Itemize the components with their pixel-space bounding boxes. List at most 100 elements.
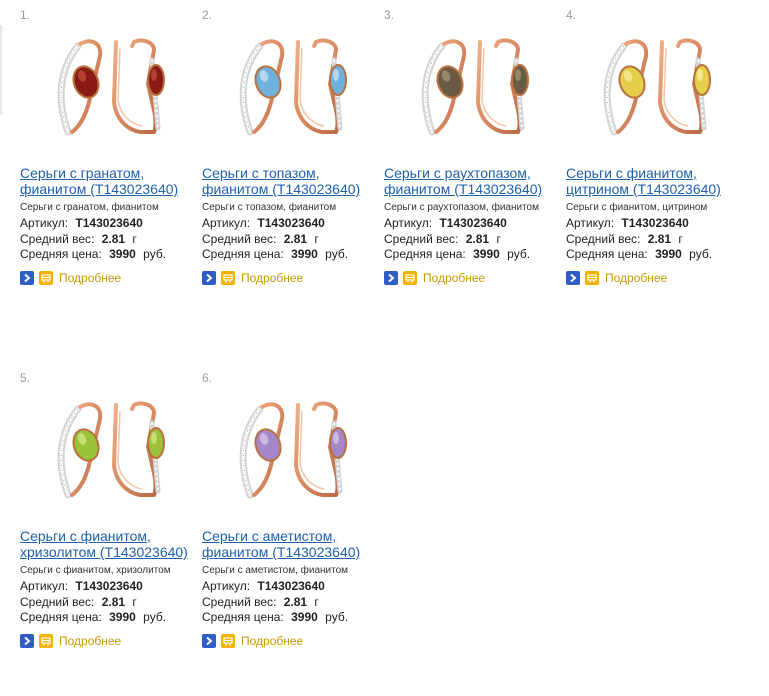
product-image[interactable] (30, 391, 180, 513)
weight-unit: г (314, 595, 319, 609)
details-arrow-button[interactable] (20, 634, 34, 648)
add-to-cart-button[interactable] (221, 271, 235, 285)
weight-value: 2.81 (465, 232, 490, 246)
product-title-line: Серьги с аметистом, (202, 528, 337, 544)
price-row: Средняя цена: 3990 руб. (20, 247, 166, 261)
add-to-cart-button[interactable] (403, 271, 417, 285)
price-label: Средняя цена: (20, 247, 102, 261)
price-label: Средняя цена: (202, 247, 284, 261)
more-details-link[interactable]: Подробнее (241, 634, 303, 648)
price-label: Средняя цена: (20, 610, 102, 624)
price-row: Средняя цена: 3990 руб. (20, 610, 166, 624)
price-unit: руб. (689, 247, 713, 261)
details-arrow-button[interactable] (20, 271, 34, 285)
weight-value: 2.81 (283, 595, 308, 609)
product-title-line: фианитом (Т143023640) (20, 181, 179, 197)
price-row: Средняя цена: 3990 руб. (202, 247, 348, 261)
more-details-link[interactable]: Подробнее (59, 634, 121, 648)
weight-row: Средний вес: 2.81 г (384, 232, 501, 246)
product-subtitle: Серьги с фианитом, цитрином (566, 202, 708, 213)
product-number: 2. (202, 8, 213, 22)
add-to-cart-button[interactable] (221, 634, 235, 648)
product-actions: Подробнее (202, 270, 303, 286)
product-title-line: Серьги с фианитом, (20, 528, 151, 544)
product-title-link[interactable]: Серьги с топазом, фианитом (Т143023640) (202, 165, 387, 197)
product-title-line: фианитом (Т143023640) (202, 544, 361, 560)
weight-row: Средний вес: 2.81 г (566, 232, 683, 246)
more-details-link[interactable]: Подробнее (605, 271, 667, 285)
product-title-line: Серьги с фианитом, (566, 165, 697, 181)
product-actions: Подробнее (384, 270, 485, 286)
add-to-cart-button[interactable] (585, 271, 599, 285)
product-title-line: цитрином (Т143023640) (566, 181, 721, 197)
price-unit: руб. (143, 610, 167, 624)
cart-icon (41, 274, 51, 283)
product-number: 5. (20, 371, 31, 385)
product-image[interactable] (30, 28, 180, 150)
product-image[interactable] (576, 28, 726, 150)
more-details-link[interactable]: Подробнее (423, 271, 485, 285)
product-image[interactable] (394, 28, 544, 150)
add-to-cart-button[interactable] (39, 271, 53, 285)
price-row: Средняя цена: 3990 руб. (566, 247, 712, 261)
article-label: Артикул: (384, 216, 433, 230)
product-number: 1. (20, 8, 31, 22)
article-row: Артикул: Т143023640 (566, 216, 689, 230)
weight-unit: г (132, 232, 137, 246)
product-subtitle: Серьги с топазом, фианитом (202, 202, 337, 213)
earring-image (57, 401, 165, 499)
earring-image (421, 38, 529, 136)
weight-label: Средний вес: (202, 595, 277, 609)
product-card-3: 3. Серьги с раухтопазом, фианитом (Т1430… (384, 8, 566, 308)
weight-row: Средний вес: 2.81 г (202, 595, 319, 609)
cart-icon (223, 274, 233, 283)
scroll-shadow (0, 25, 3, 115)
product-title-link[interactable]: Серьги с аметистом, фианитом (Т143023640… (202, 528, 387, 560)
add-to-cart-button[interactable] (39, 634, 53, 648)
chevron-right-icon (206, 273, 213, 283)
weight-unit: г (132, 595, 137, 609)
chevron-right-icon (24, 273, 31, 283)
article-label: Артикул: (20, 216, 69, 230)
product-card-5: 5. Серьги с фианитом, хризолитом (Т14302… (20, 371, 202, 671)
article-label: Артикул: (20, 579, 69, 593)
cart-icon (405, 274, 415, 283)
price-row: Средняя цена: 3990 руб. (384, 247, 530, 261)
article-row: Артикул: Т143023640 (20, 216, 143, 230)
price-value: 3990 (291, 247, 318, 261)
article-row: Артикул: Т143023640 (384, 216, 507, 230)
more-details-link[interactable]: Подробнее (59, 271, 121, 285)
price-value: 3990 (109, 247, 136, 261)
article-value: Т143023640 (257, 216, 325, 230)
article-value: Т143023640 (75, 216, 143, 230)
details-arrow-button[interactable] (202, 634, 216, 648)
cart-icon (223, 637, 233, 646)
article-row: Артикул: Т143023640 (202, 216, 325, 230)
price-unit: руб. (507, 247, 531, 261)
price-unit: руб. (325, 610, 349, 624)
price-value: 3990 (655, 247, 682, 261)
details-arrow-button[interactable] (566, 271, 580, 285)
product-title-link[interactable]: Серьги с раухтопазом, фианитом (Т1430236… (384, 165, 569, 197)
product-number: 4. (566, 8, 577, 22)
cart-icon (41, 637, 51, 646)
product-title-line: хризолитом (Т143023640) (20, 544, 188, 560)
article-label: Артикул: (202, 216, 251, 230)
weight-label: Средний вес: (384, 232, 459, 246)
chevron-right-icon (388, 273, 395, 283)
product-image[interactable] (212, 391, 362, 513)
chevron-right-icon (570, 273, 577, 283)
product-image[interactable] (212, 28, 362, 150)
details-arrow-button[interactable] (384, 271, 398, 285)
product-title-line: Серьги с гранатом, (20, 165, 145, 181)
article-label: Артикул: (566, 216, 615, 230)
more-details-link[interactable]: Подробнее (241, 271, 303, 285)
weight-unit: г (496, 232, 501, 246)
details-arrow-button[interactable] (202, 271, 216, 285)
article-row: Артикул: Т143023640 (20, 579, 143, 593)
product-title-link[interactable]: Серьги с гранатом, фианитом (Т143023640) (20, 165, 205, 197)
product-card-1: 1. Серьги с гранатом, фианитом (Т1430236… (20, 8, 202, 308)
product-title-link[interactable]: Серьги с фианитом, хризолитом (Т14302364… (20, 528, 205, 560)
product-title-link[interactable]: Серьги с фианитом, цитрином (Т143023640) (566, 165, 751, 197)
product-number: 6. (202, 371, 213, 385)
